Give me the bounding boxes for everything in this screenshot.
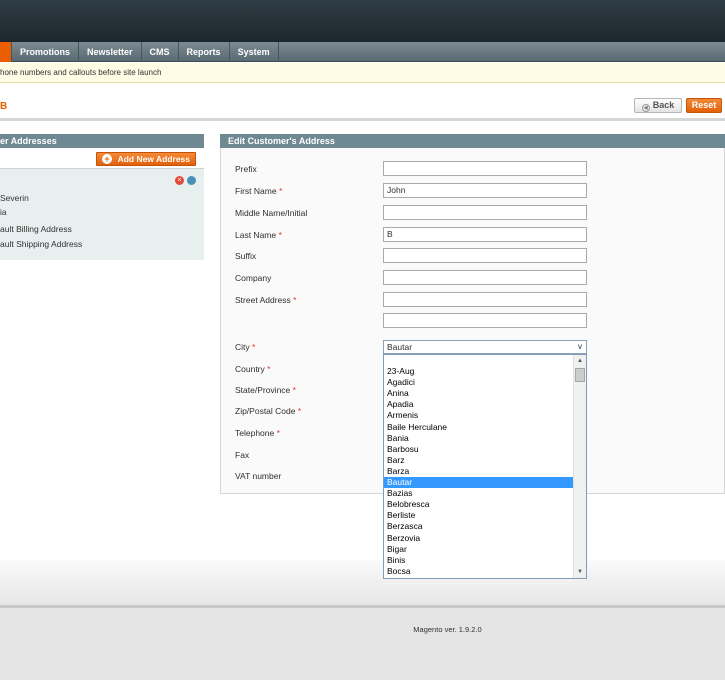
nav-item-promotions[interactable]: Promotions [12,42,80,62]
city-option[interactable]: Barz [384,455,574,466]
city-option[interactable]: Belobresca [384,499,574,510]
delete-address-icon[interactable]: × [175,176,184,185]
address-actions: × [175,176,196,185]
city-dropdown-list[interactable]: 23-Aug Agadici Anina Apadia Armenis Baile Her… [383,354,587,579]
plus-icon: + [102,154,112,164]
back-button-label: Back [652,100,675,110]
city-option[interactable]: Apadia [384,399,574,410]
chevron-down-icon: v [578,342,582,351]
city-select[interactable]: Bautar v [383,340,587,354]
country-label: Country * [235,364,271,374]
city-option[interactable]: Baile Herculane [384,422,574,433]
state-label: State/Province * [235,385,296,395]
addresses-panel-title: er Addresses [0,134,204,148]
suffix-label: Suffix [235,251,257,261]
notice-bar: hone numbers and callouts before site la… [0,63,725,83]
nav-item-newsletter[interactable]: Newsletter [79,42,142,62]
city-option-blank[interactable] [384,355,574,366]
nav-item-cms[interactable]: CMS [142,42,179,62]
city-select-value: Bautar [387,342,413,352]
street-address-label: Street Address * [235,295,297,305]
prefix-label: Prefix [235,164,257,174]
last-name-label: Last Name * [235,230,282,240]
middle-name-input[interactable] [383,205,587,220]
edit-address-icon[interactable] [187,176,196,185]
footer [0,605,725,680]
suffix-input[interactable] [383,248,587,263]
main-nav: Promotions Newsletter CMS Reports System [0,42,725,62]
city-option[interactable]: Berzovia [384,533,574,544]
back-arrow-icon: ◀ [641,104,650,112]
scroll-up-icon[interactable]: ▲ [574,355,586,367]
city-option[interactable]: Berzasca [384,521,574,532]
city-option[interactable]: Barza [384,466,574,477]
city-option[interactable]: Armenis [384,410,574,421]
edit-address-title: Edit Customer's Address [220,134,725,148]
company-input[interactable] [383,270,587,285]
address-line: ault Billing Address [0,224,72,234]
city-option[interactable]: Bocsa [384,566,574,577]
city-option[interactable]: 23-Aug [384,366,574,377]
page-title: B [0,101,8,112]
fax-label: Fax [235,450,250,460]
add-new-address-button[interactable]: + Add New Address [96,152,196,166]
telephone-label: Telephone * [235,428,280,438]
first-name-input[interactable]: John [383,183,587,198]
address-line: ia [0,207,7,217]
last-name-input[interactable]: B [383,227,587,242]
admin-header [0,0,725,42]
address-line: ault Shipping Address [0,239,83,249]
nav-item-reports[interactable]: Reports [179,42,230,62]
city-option[interactable]: Bigar [384,544,574,555]
magento-version: Magento ver. 1.9.2.0 [413,625,482,634]
city-option[interactable]: Bautar [384,477,574,489]
nav-item-active-tab[interactable] [0,42,12,62]
dropdown-scrollbar[interactable]: ▲ ▼ [573,355,586,578]
middle-name-label: Middle Name/Initial [235,208,308,218]
nav-item-system[interactable]: System [230,42,279,62]
content-bottom [0,560,725,605]
scroll-down-icon[interactable]: ▼ [574,566,586,578]
scroll-thumb[interactable] [575,368,585,382]
first-name-label: First Name * [235,186,283,196]
reset-button[interactable]: Reset [686,98,722,113]
city-option[interactable]: Bania [384,433,574,444]
add-new-address-label: Add New Address [117,154,190,164]
vat-label: VAT number [235,471,282,481]
back-button[interactable]: ◀ Back [634,98,682,113]
city-label: City * [235,342,256,352]
street-address-line2-input[interactable] [383,313,587,328]
company-label: Company [235,273,272,283]
title-divider [0,118,725,121]
street-address-input[interactable] [383,292,587,307]
address-line: Severin [0,193,29,203]
city-option[interactable]: Berliste [384,510,574,521]
city-options: 23-Aug Agadici Anina Apadia Armenis Baile Her… [384,355,586,577]
zip-label: Zip/Postal Code * [235,406,302,416]
city-option[interactable]: Bazias [384,488,574,499]
prefix-input[interactable] [383,161,587,176]
city-option[interactable]: Agadici [384,377,574,388]
city-option[interactable]: Anina [384,388,574,399]
city-option[interactable]: Binis [384,555,574,566]
city-option[interactable]: Barbosu [384,444,574,455]
